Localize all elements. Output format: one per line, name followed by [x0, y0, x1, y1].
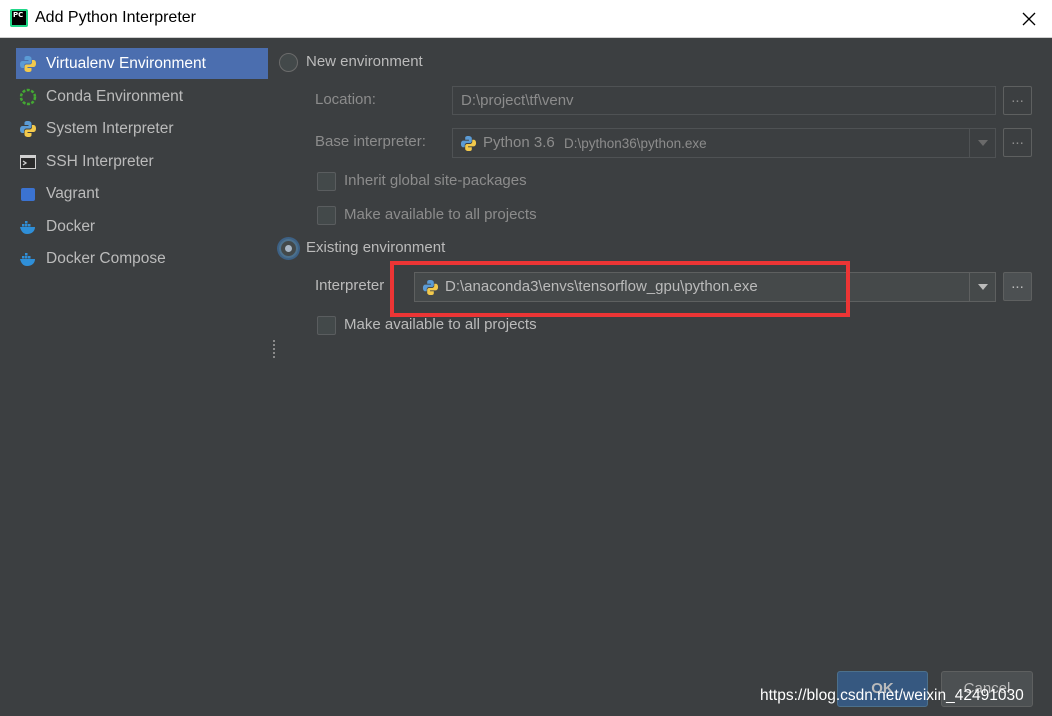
- sidebar-item-docker[interactable]: Docker: [16, 211, 268, 242]
- docker-icon: [19, 218, 37, 236]
- new-env-make-available-checkbox[interactable]: [317, 206, 336, 225]
- terminal-icon: [19, 153, 37, 171]
- new-environment-radio[interactable]: [279, 53, 298, 72]
- watermark-text: https://blog.csdn.net/weixin_42491030: [760, 687, 1024, 704]
- inherit-site-packages-checkbox[interactable]: [317, 172, 336, 191]
- sidebar-item-virtualenv[interactable]: Virtualenv Environment: [16, 48, 268, 79]
- sidebar-item-conda[interactable]: Conda Environment: [16, 81, 268, 112]
- highlight-annotation-box: [390, 261, 850, 317]
- interpreter-browse-button[interactable]: ...: [1003, 272, 1032, 301]
- sidebar-item-label: Docker Compose: [46, 249, 166, 267]
- location-label: Location:: [315, 91, 376, 108]
- inherit-site-packages-label: Inherit global site-packages: [344, 172, 527, 189]
- sidebar-item-label: SSH Interpreter: [46, 152, 154, 170]
- existing-environment-label: Existing environment: [306, 239, 446, 256]
- new-env-make-available-label: Make available to all projects: [344, 206, 537, 223]
- sidebar-item-vagrant[interactable]: Vagrant: [16, 178, 268, 209]
- close-icon: [1022, 12, 1036, 26]
- base-interpreter-label: Base interpreter:: [315, 133, 426, 150]
- sidebar-item-ssh[interactable]: SSH Interpreter: [16, 146, 268, 177]
- sidebar-item-docker-compose[interactable]: Docker Compose: [16, 243, 268, 274]
- chevron-down-icon[interactable]: [969, 129, 995, 157]
- sidebar-item-label: Conda Environment: [46, 87, 183, 105]
- pycharm-icon: PC: [10, 9, 28, 27]
- chevron-down-icon[interactable]: [969, 273, 995, 301]
- interpreter-label: Interpreter: [315, 277, 385, 294]
- vagrant-icon: [19, 185, 37, 203]
- sidebar-item-label: System Interpreter: [46, 119, 174, 137]
- sidebar: Virtualenv Environment Conda Environment…: [0, 38, 272, 716]
- app-icon-text: PC: [12, 11, 26, 25]
- splitter-handle[interactable]: [272, 340, 276, 358]
- location-field[interactable]: D:\project\tf\venv: [452, 86, 996, 115]
- base-interpreter-path: D:\python36\python.exe: [564, 136, 707, 151]
- python-icon: [19, 55, 37, 73]
- new-environment-label: New environment: [306, 53, 423, 70]
- close-button[interactable]: [1006, 0, 1052, 38]
- base-interpreter-browse-button[interactable]: ...: [1003, 128, 1032, 157]
- sidebar-item-label: Docker: [46, 217, 96, 235]
- window-title: Add Python Interpreter: [35, 9, 196, 26]
- sidebar-item-label: Virtualenv Environment: [46, 54, 206, 72]
- python-icon: [460, 135, 477, 152]
- existing-env-make-available-checkbox[interactable]: [317, 316, 336, 335]
- base-interpreter-combo[interactable]: Python 3.6 D:\python36\python.exe: [452, 128, 996, 158]
- location-browse-button[interactable]: ...: [1003, 86, 1032, 115]
- sidebar-item-label: Vagrant: [46, 184, 100, 202]
- docker-icon: [19, 250, 37, 268]
- title-bar: PC Add Python Interpreter: [0, 0, 1052, 38]
- python-icon: [19, 120, 37, 138]
- base-interpreter-version: Python 3.6: [483, 134, 555, 151]
- conda-icon: [19, 88, 37, 106]
- sidebar-item-system[interactable]: System Interpreter: [16, 113, 268, 144]
- existing-env-make-available-label: Make available to all projects: [344, 316, 537, 333]
- existing-environment-radio[interactable]: [279, 239, 298, 258]
